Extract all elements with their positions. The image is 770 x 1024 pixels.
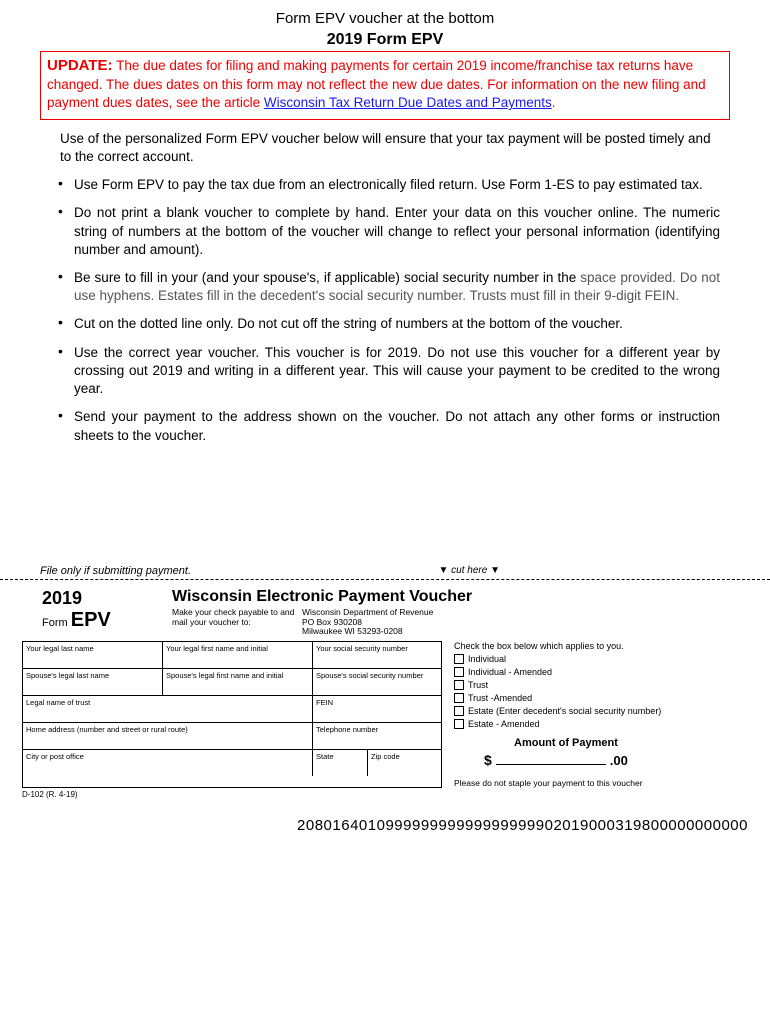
check-label: Estate - Amended <box>468 719 540 729</box>
bullet-item: Do not print a blank voucher to complete… <box>70 204 720 259</box>
bullet-black: Be sure to fill in your (and your spouse… <box>74 270 576 285</box>
form-code: D-102 (R. 4-19) <box>22 790 748 799</box>
check-individual-amended[interactable]: Individual - Amended <box>454 667 748 677</box>
check-label: Trust -Amended <box>468 693 532 703</box>
voucher-title: Wisconsin Electronic Payment Voucher <box>152 588 748 606</box>
down-arrow-icon: ▼ <box>438 565 448 576</box>
payable-address: Wisconsin Department of Revenue PO Box 9… <box>302 608 433 637</box>
field-spouse-ssn[interactable]: Spouse's social security number <box>313 669 441 695</box>
field-first-name[interactable]: Your legal first name and initial <box>163 642 313 668</box>
cut-line-row: File only if submitting payment. ▼ cut h… <box>0 565 770 577</box>
check-label: Estate (Enter decedent's social security… <box>468 706 661 716</box>
check-label: Individual - Amended <box>468 667 552 677</box>
checkbox-icon[interactable] <box>454 667 464 677</box>
checkbox-icon[interactable] <box>454 680 464 690</box>
checkbox-icon[interactable] <box>454 693 464 703</box>
field-spouse-last[interactable]: Spouse's legal last name <box>23 669 163 695</box>
amount-cents: .00 <box>610 753 628 768</box>
no-staple-note: Please do not staple your payment to thi… <box>454 778 748 788</box>
voucher: 2019 Form EPV Wisconsin Electronic Payme… <box>0 588 770 799</box>
form-title-year: 2019 <box>327 31 363 48</box>
update-label: UPDATE: <box>47 57 113 74</box>
voucher-year: 2019 <box>42 588 152 609</box>
amount-input[interactable] <box>496 751 606 765</box>
payable-label: Make your check payable to and mail your… <box>172 608 302 637</box>
amount-row: $ .00 <box>454 751 748 768</box>
top-caption: Form EPV voucher at the bottom <box>40 10 730 27</box>
update-link[interactable]: Wisconsin Tax Return Due Dates and Payme… <box>264 95 552 110</box>
voucher-form-word: Form <box>42 617 68 629</box>
field-state[interactable]: State <box>313 750 368 776</box>
field-last-name[interactable]: Your legal last name <box>23 642 163 668</box>
field-spouse-first[interactable]: Spouse's legal first name and initial <box>163 669 313 695</box>
voucher-year-block: 2019 Form EPV <box>22 588 152 632</box>
check-label: Trust <box>468 680 488 690</box>
addr-line: Milwaukee WI 53293-0208 <box>302 627 433 637</box>
field-trust-name[interactable]: Legal name of trust <box>23 696 313 722</box>
checkbox-icon[interactable] <box>454 654 464 664</box>
field-fein[interactable]: FEIN <box>313 696 441 722</box>
checkbox-icon[interactable] <box>454 706 464 716</box>
field-city[interactable]: City or post office <box>23 750 313 776</box>
check-individual[interactable]: Individual <box>454 654 748 664</box>
dotted-cut-line <box>0 579 770 580</box>
check-estate-amended[interactable]: Estate - Amended <box>454 719 748 729</box>
intro-text: Use of the personalized Form EPV voucher… <box>60 130 720 166</box>
voucher-epv: EPV <box>71 609 111 631</box>
bullet-item: Be sure to fill in your (and your spouse… <box>70 269 720 305</box>
cut-here-label: ▼ cut here ▼ <box>438 565 500 576</box>
check-trust-amended[interactable]: Trust -Amended <box>454 693 748 703</box>
down-arrow-icon: ▼ <box>490 565 500 576</box>
check-box-title: Check the box below which applies to you… <box>454 641 748 651</box>
bullet-item: Send your payment to the address shown o… <box>70 408 720 444</box>
check-label: Individual <box>468 654 506 664</box>
checkbox-icon[interactable] <box>454 719 464 729</box>
ocr-scan-line: 2080164010999999999999999999020190003198… <box>0 817 770 834</box>
update-period: . <box>552 95 556 110</box>
instructions: Use of the personalized Form EPV voucher… <box>40 130 730 445</box>
bullet-item: Use Form EPV to pay the tax due from an … <box>70 176 720 194</box>
voucher-right-panel: Check the box below which applies to you… <box>442 641 748 788</box>
field-zip[interactable]: Zip code <box>368 750 441 776</box>
dollar-sign: $ <box>484 752 492 768</box>
bullet-item: Cut on the dotted line only. Do not cut … <box>70 315 720 333</box>
voucher-fields-grid: Your legal last name Your legal first na… <box>22 641 442 788</box>
file-only-note: File only if submitting payment. <box>40 565 191 577</box>
update-notice-box: UPDATE: The due dates for filing and mak… <box>40 51 730 120</box>
field-ssn[interactable]: Your social security number <box>313 642 441 668</box>
bullet-item: Use the correct year voucher. This vouch… <box>70 344 720 399</box>
amount-title: Amount of Payment <box>454 737 748 749</box>
form-title: 2019 Form EPV <box>40 31 730 49</box>
field-telephone[interactable]: Telephone number <box>313 723 441 749</box>
check-trust[interactable]: Trust <box>454 680 748 690</box>
field-address[interactable]: Home address (number and street or rural… <box>23 723 313 749</box>
form-title-rest: Form EPV <box>362 31 443 48</box>
cut-here-text: cut here <box>451 565 487 576</box>
check-estate[interactable]: Estate (Enter decedent's social security… <box>454 706 748 716</box>
